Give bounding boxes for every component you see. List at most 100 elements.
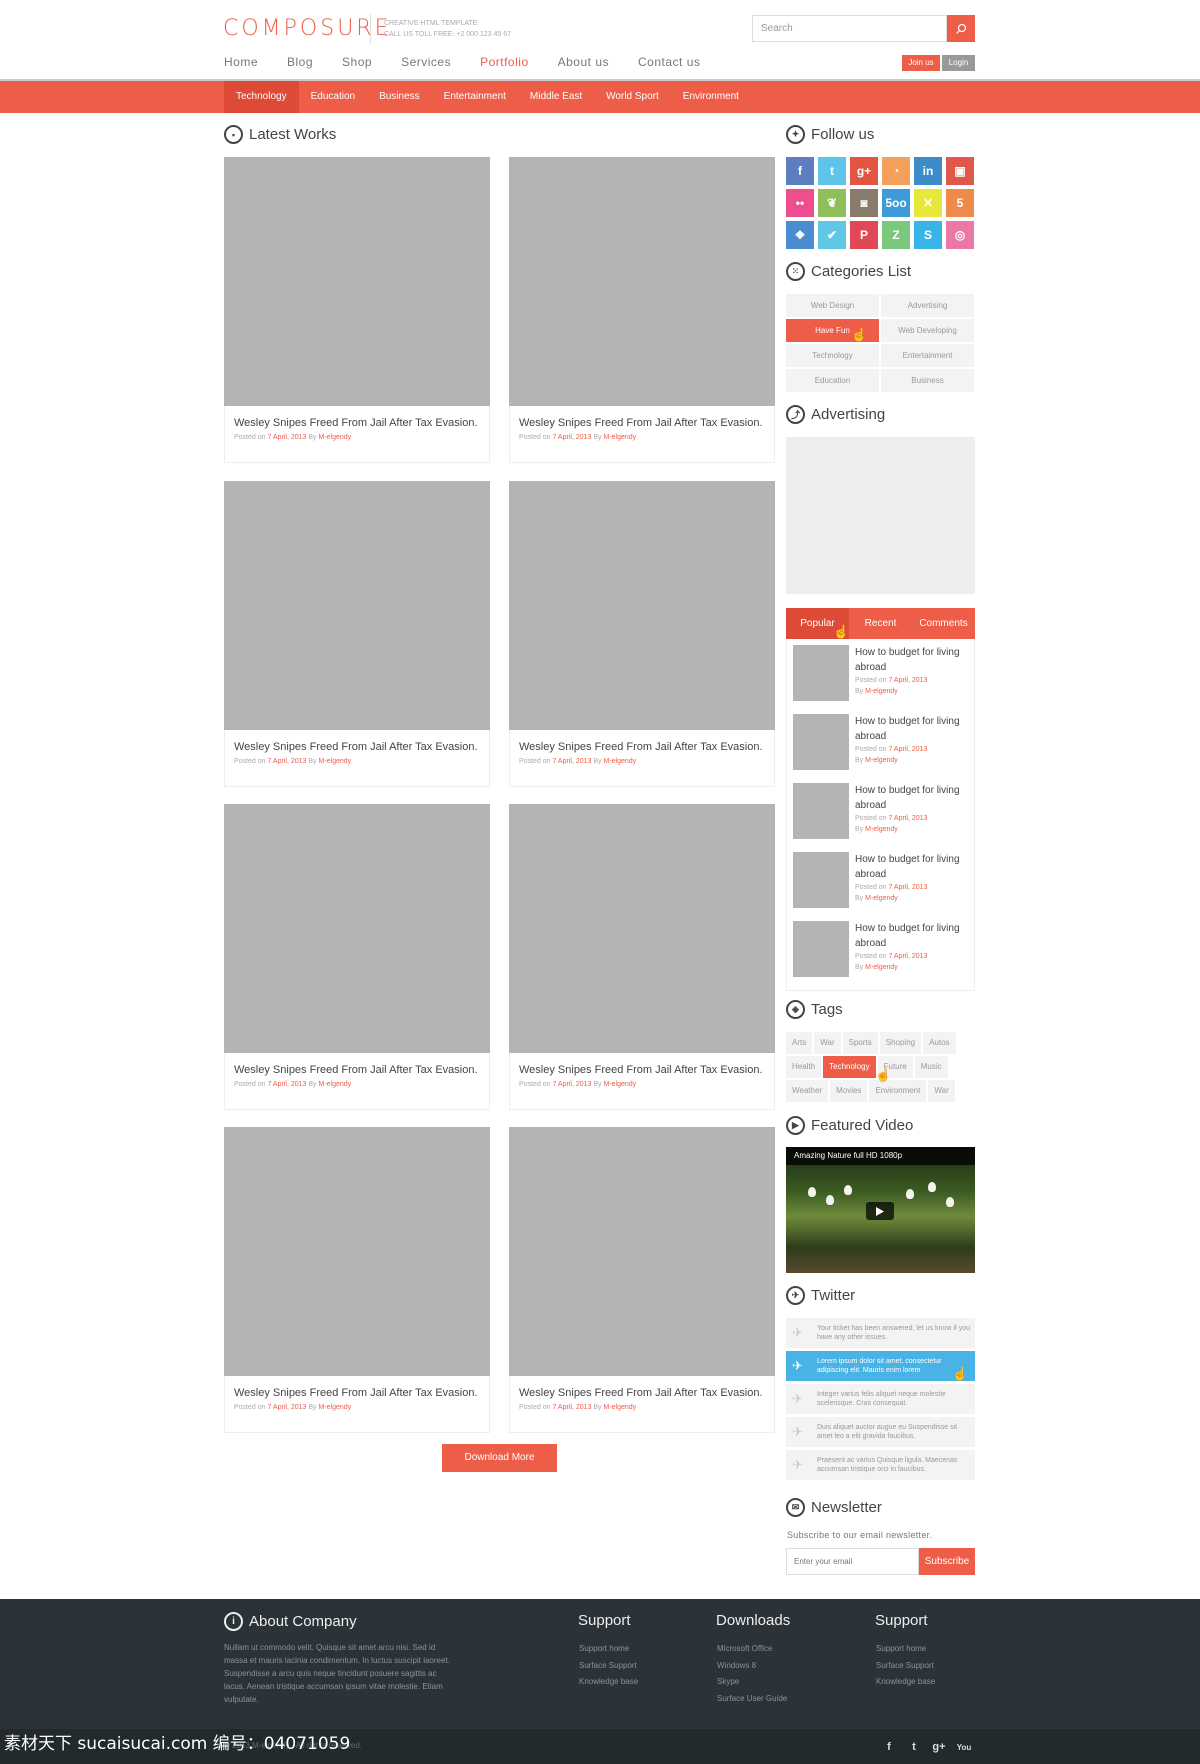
nav-about[interactable]: About us xyxy=(558,55,609,69)
footer-link[interactable]: Microsoft Office xyxy=(717,1641,787,1658)
nav-services[interactable]: Services xyxy=(401,55,451,69)
post-date[interactable]: 7 April, 2013 xyxy=(888,953,927,960)
tag-item[interactable]: Shoping xyxy=(879,1032,922,1054)
post-date[interactable]: 7 April, 2013 xyxy=(888,677,927,684)
post-date[interactable]: 7 April, 2013 xyxy=(552,1081,591,1088)
search-button[interactable] xyxy=(947,15,975,42)
cat-education[interactable]: Education xyxy=(786,369,879,392)
category-entertainment[interactable]: Entertainment xyxy=(432,81,518,113)
post-author[interactable]: M-elgendy xyxy=(603,758,636,765)
dribbble-icon[interactable]: ◎ xyxy=(946,221,974,249)
video-player[interactable]: Amazing Nature full HD 1080p xyxy=(786,1147,975,1273)
play-button[interactable] xyxy=(866,1202,894,1220)
post-author[interactable]: M-elgendy xyxy=(865,757,898,764)
category-world-sport[interactable]: World Sport xyxy=(594,81,671,113)
footer-link[interactable]: Surface Support xyxy=(579,1658,638,1675)
tag-item[interactable]: Weather xyxy=(786,1080,829,1102)
work-title[interactable]: Wesley Snipes Freed From Jail After Tax … xyxy=(234,1387,480,1399)
nav-blog[interactable]: Blog xyxy=(287,55,313,69)
work-title[interactable]: Wesley Snipes Freed From Jail After Tax … xyxy=(519,741,765,753)
post-author[interactable]: M-elgendy xyxy=(318,434,351,441)
popular-post[interactable]: How to budget for living abroad Posted on… xyxy=(793,921,968,990)
post-title[interactable]: How to budget for living abroad xyxy=(855,783,968,813)
work-card[interactable]: Wesley Snipes Freed From Jail After Tax … xyxy=(224,481,490,787)
post-author[interactable]: M-elgendy xyxy=(603,1081,636,1088)
work-card[interactable]: Wesley Snipes Freed From Jail After Tax … xyxy=(509,804,775,1110)
check-icon[interactable]: ✔ xyxy=(818,221,846,249)
nav-portfolio[interactable]: Portfolio xyxy=(480,55,529,69)
work-card[interactable]: Wesley Snipes Freed From Jail After Tax … xyxy=(509,481,775,787)
post-title[interactable]: How to budget for living abroad xyxy=(855,921,968,951)
tag-item[interactable]: Movies xyxy=(830,1080,868,1102)
footer-link[interactable]: Support home xyxy=(579,1641,638,1658)
post-date[interactable]: 7 April, 2013 xyxy=(267,1081,306,1088)
logo[interactable]: COMPOSURE xyxy=(223,16,392,41)
advertising-placeholder[interactable] xyxy=(786,437,975,594)
tag-item-active[interactable]: Technology xyxy=(823,1056,876,1078)
popular-post[interactable]: How to budget for living abroad Posted on… xyxy=(793,714,968,783)
tag-item[interactable]: War xyxy=(928,1080,955,1102)
google-plus-icon[interactable]: g+ xyxy=(850,157,878,185)
join-button[interactable]: Join us xyxy=(902,55,940,71)
work-card[interactable]: Wesley Snipes Freed From Jail After Tax … xyxy=(509,1127,775,1433)
work-card[interactable]: Wesley Snipes Freed From Jail After Tax … xyxy=(224,157,490,463)
footer-link[interactable]: Support home xyxy=(876,1641,935,1658)
post-author[interactable]: M-elgendy xyxy=(865,895,898,902)
nav-home[interactable]: Home xyxy=(224,55,258,69)
footer-link[interactable]: Knowledge base xyxy=(876,1674,935,1691)
popular-post[interactable]: How to budget for living abroad Posted on… xyxy=(793,783,968,852)
work-thumbnail[interactable] xyxy=(509,157,775,406)
tab-recent[interactable]: Recent xyxy=(849,608,912,639)
work-title[interactable]: Wesley Snipes Freed From Jail After Tax … xyxy=(234,741,480,753)
work-thumbnail[interactable] xyxy=(509,1127,775,1376)
post-date[interactable]: 7 April, 2013 xyxy=(888,815,927,822)
footer-link[interactable]: Skype xyxy=(717,1674,787,1691)
subscribe-button[interactable]: Subscribe xyxy=(919,1548,975,1575)
work-title[interactable]: Wesley Snipes Freed From Jail After Tax … xyxy=(519,1064,765,1076)
tag-item[interactable]: Music xyxy=(914,1056,948,1078)
work-title[interactable]: Wesley Snipes Freed From Jail After Tax … xyxy=(234,417,480,429)
youtube-icon[interactable]: ▣ xyxy=(946,157,974,185)
post-date[interactable]: 7 April, 2013 xyxy=(888,884,927,891)
google-plus-icon[interactable]: g+ xyxy=(929,1737,949,1757)
work-card[interactable]: Wesley Snipes Freed From Jail After Tax … xyxy=(224,1127,490,1433)
post-thumbnail[interactable] xyxy=(793,921,849,977)
post-title[interactable]: How to budget for living abroad xyxy=(855,714,968,744)
work-title[interactable]: Wesley Snipes Freed From Jail After Tax … xyxy=(519,417,765,429)
post-title[interactable]: How to budget for living abroad xyxy=(855,852,968,882)
download-more-button[interactable]: Download More xyxy=(442,1444,557,1472)
post-author[interactable]: M-elgendy xyxy=(318,1081,351,1088)
html5-icon[interactable]: 5 xyxy=(946,189,974,217)
work-card[interactable]: Wesley Snipes Freed From Jail After Tax … xyxy=(509,157,775,463)
twitter-icon[interactable]: t xyxy=(818,157,846,185)
work-thumbnail[interactable] xyxy=(509,804,775,1053)
search-input[interactable]: Search xyxy=(752,15,947,42)
post-thumbnail[interactable] xyxy=(793,714,849,770)
footer-link[interactable]: Windows 8 xyxy=(717,1658,787,1675)
post-title[interactable]: How to budget for living abroad xyxy=(855,645,968,675)
category-technology[interactable]: Technology xyxy=(224,81,299,113)
tag-item[interactable]: War xyxy=(814,1032,841,1054)
post-thumbnail[interactable] xyxy=(793,645,849,701)
dropbox-icon[interactable]: ❖ xyxy=(786,221,814,249)
tweet-item[interactable]: ✈ Your ticket has been answered, let us k… xyxy=(786,1318,975,1348)
category-education[interactable]: Education xyxy=(299,81,367,113)
tag-item[interactable]: Sports xyxy=(842,1032,878,1054)
tag-item[interactable]: Arts xyxy=(786,1032,813,1054)
popular-post[interactable]: How to budget for living abroad Posted on… xyxy=(793,645,968,714)
post-date[interactable]: 7 April, 2013 xyxy=(552,434,591,441)
linkedin-icon[interactable]: in xyxy=(914,157,942,185)
cat-web-design[interactable]: Web Design xyxy=(786,294,879,317)
post-thumbnail[interactable] xyxy=(793,852,849,908)
instagram-icon[interactable]: ◙ xyxy=(850,189,878,217)
cat-web-developing[interactable]: Web Developing xyxy=(881,319,974,342)
post-author[interactable]: M-elgendy xyxy=(865,826,898,833)
post-date[interactable]: 7 April, 2013 xyxy=(267,758,306,765)
flickr-icon[interactable]: •• xyxy=(786,189,814,217)
work-thumbnail[interactable] xyxy=(224,804,490,1053)
cat-technology[interactable]: Technology xyxy=(786,344,879,367)
post-author[interactable]: M-elgendy xyxy=(603,1404,636,1411)
twitter-icon[interactable]: t xyxy=(904,1737,924,1757)
pinterest-icon[interactable]: P xyxy=(850,221,878,249)
work-thumbnail[interactable] xyxy=(224,1127,490,1376)
